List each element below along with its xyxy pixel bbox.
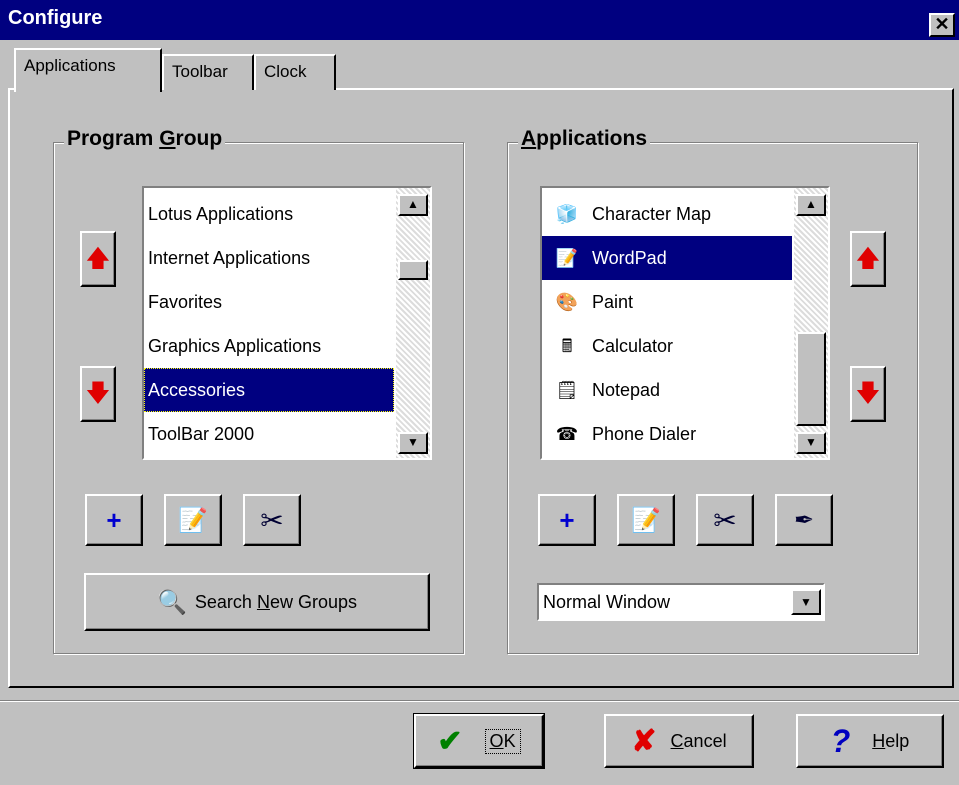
list-item[interactable]: 🎨 Paint: [542, 280, 792, 324]
footer-separator: [0, 700, 959, 702]
wordpad-icon: 📝: [555, 248, 579, 268]
group-move-up-button[interactable]: 🡅: [80, 231, 116, 287]
title-bar: [0, 0, 959, 40]
cut-group-button[interactable]: ✂: [243, 494, 301, 546]
list-item[interactable]: Internet Applications: [144, 236, 398, 280]
plus-icon: +: [106, 504, 122, 535]
ok-button[interactable]: ✔ OK: [413, 713, 545, 769]
program-group-list[interactable]: Lotus Applications Internet Applications…: [142, 186, 432, 460]
x-icon: ✘: [631, 724, 657, 758]
applications-list[interactable]: 🧊 Character Map 📝 WordPad 🎨 Paint 🖩 Calculat…: [540, 186, 830, 460]
scrollbar-track[interactable]: [396, 188, 430, 458]
question-mark-icon: ?: [830, 722, 851, 759]
cancel-button[interactable]: ✘ Cancel: [604, 714, 754, 768]
document-edit-icon: 📝: [631, 506, 661, 534]
tab-applications[interactable]: Applications: [14, 48, 162, 92]
scroll-thumb[interactable]: [398, 260, 428, 280]
scroll-down-button[interactable]: ▼: [398, 432, 428, 454]
applications-title: Applications: [518, 127, 651, 151]
program-group-title: Program Group: [64, 127, 226, 151]
app-move-up-button[interactable]: 🡅: [850, 231, 886, 287]
close-button[interactable]: ✕: [929, 13, 955, 37]
plus-icon: +: [559, 504, 575, 535]
list-item[interactable]: Lotus Applications: [144, 192, 398, 236]
phone-dialer-icon: ☎: [555, 424, 579, 444]
list-item-selected[interactable]: Accessories: [144, 368, 394, 412]
chevron-down-icon[interactable]: ▼: [791, 589, 821, 615]
list-item[interactable]: 🧊 Character Map: [542, 192, 792, 236]
list-item[interactable]: ☎ Phone Dialer: [542, 412, 792, 456]
down-arrow-icon: 🡇: [85, 380, 111, 407]
pen-icon: ✒: [793, 506, 815, 534]
close-icon: ✕: [934, 14, 950, 34]
scroll-down-button[interactable]: ▼: [796, 432, 826, 454]
down-arrow-icon: 🡇: [855, 380, 881, 407]
list-item-selected[interactable]: 📝 WordPad: [542, 236, 792, 280]
search-new-groups-button[interactable]: 🔍 Search New Groups: [84, 573, 430, 631]
properties-application-button[interactable]: ✒: [775, 494, 833, 546]
scissors-icon: ✂: [260, 504, 284, 536]
cut-application-button[interactable]: ✂: [696, 494, 754, 546]
group-move-down-button[interactable]: 🡇: [80, 366, 116, 422]
magnifier-icon: 🔍: [157, 588, 187, 616]
document-edit-icon: 📝: [178, 506, 208, 534]
calculator-icon: 🖩: [561, 336, 573, 356]
character-map-icon: 🧊: [555, 204, 579, 224]
notepad-icon: 🗒: [555, 380, 579, 400]
window-title: Configure: [8, 7, 103, 29]
edit-group-button[interactable]: 📝: [164, 494, 222, 546]
edit-application-button[interactable]: 📝: [617, 494, 675, 546]
up-arrow-icon: 🡅: [85, 245, 111, 272]
scroll-up-button[interactable]: ▲: [796, 194, 826, 216]
list-item[interactable]: ToolBar 2000: [144, 412, 398, 456]
list-item[interactable]: Favorites: [144, 280, 398, 324]
list-item[interactable]: Graphics Applications: [144, 324, 398, 368]
scissors-icon: ✂: [713, 504, 737, 536]
tab-toolbar[interactable]: Toolbar: [162, 54, 254, 90]
tab-clock[interactable]: Clock: [254, 54, 336, 90]
paint-icon: 🎨: [555, 292, 579, 312]
add-group-button[interactable]: +: [85, 494, 143, 546]
help-button[interactable]: ? Help: [796, 714, 944, 768]
list-item[interactable]: 🗒 Notepad: [542, 368, 792, 412]
up-arrow-icon: 🡅: [855, 245, 881, 272]
checkmark-icon: ✔: [437, 724, 463, 758]
list-item[interactable]: 🖩 Calculator: [542, 324, 792, 368]
app-move-down-button[interactable]: 🡇: [850, 366, 886, 422]
scroll-thumb[interactable]: [796, 332, 826, 426]
scroll-up-button[interactable]: ▲: [398, 194, 428, 216]
add-application-button[interactable]: +: [538, 494, 596, 546]
window-mode-select[interactable]: Normal Window ▼: [537, 583, 825, 621]
